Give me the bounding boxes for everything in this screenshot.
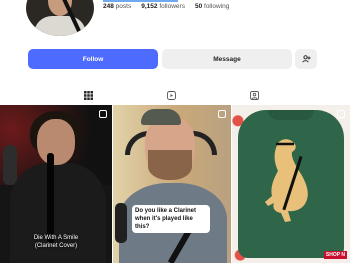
progress-line [103,0,178,2]
reel-icon [218,110,226,118]
post-thumbnail[interactable]: Die With A Smile (Clarinet Cover) [0,105,112,263]
tagged-icon [249,90,259,100]
add-person-icon [301,55,310,63]
posts-grid: Die With A Smile (Clarinet Cover) Do you… [0,105,350,263]
followers-count[interactable]: 9,152 followers [141,3,185,10]
post-thumbnail[interactable]: SHOP N [232,105,350,263]
post-caption: Do you like a Clarinet when it's played … [132,205,210,233]
lizard-illustration [265,139,308,222]
reel-icon [337,110,345,118]
following-count[interactable]: 50 following [195,3,229,10]
tab-posts[interactable] [70,86,106,106]
tab-reels[interactable] [159,86,183,104]
follow-button[interactable]: Follow [28,49,158,69]
profile-tabs [0,86,350,106]
grid-icon [83,90,93,100]
shop-badge[interactable]: SHOP N [323,251,347,259]
post-thumbnail[interactable]: Do you like a Clarinet when it's played … [113,105,231,263]
suggested-users-button[interactable] [295,49,317,69]
reels-icon [166,90,176,100]
profile-stats: 248 posts 9,152 followers 50 following [103,3,229,10]
avatar[interactable] [26,0,94,36]
post-caption: Die With A Smile (Clarinet Cover) [33,235,79,249]
reel-icon [99,110,107,118]
posts-count[interactable]: 248 posts [103,3,131,10]
message-button[interactable]: Message [162,49,292,69]
tab-tagged[interactable] [242,86,266,104]
